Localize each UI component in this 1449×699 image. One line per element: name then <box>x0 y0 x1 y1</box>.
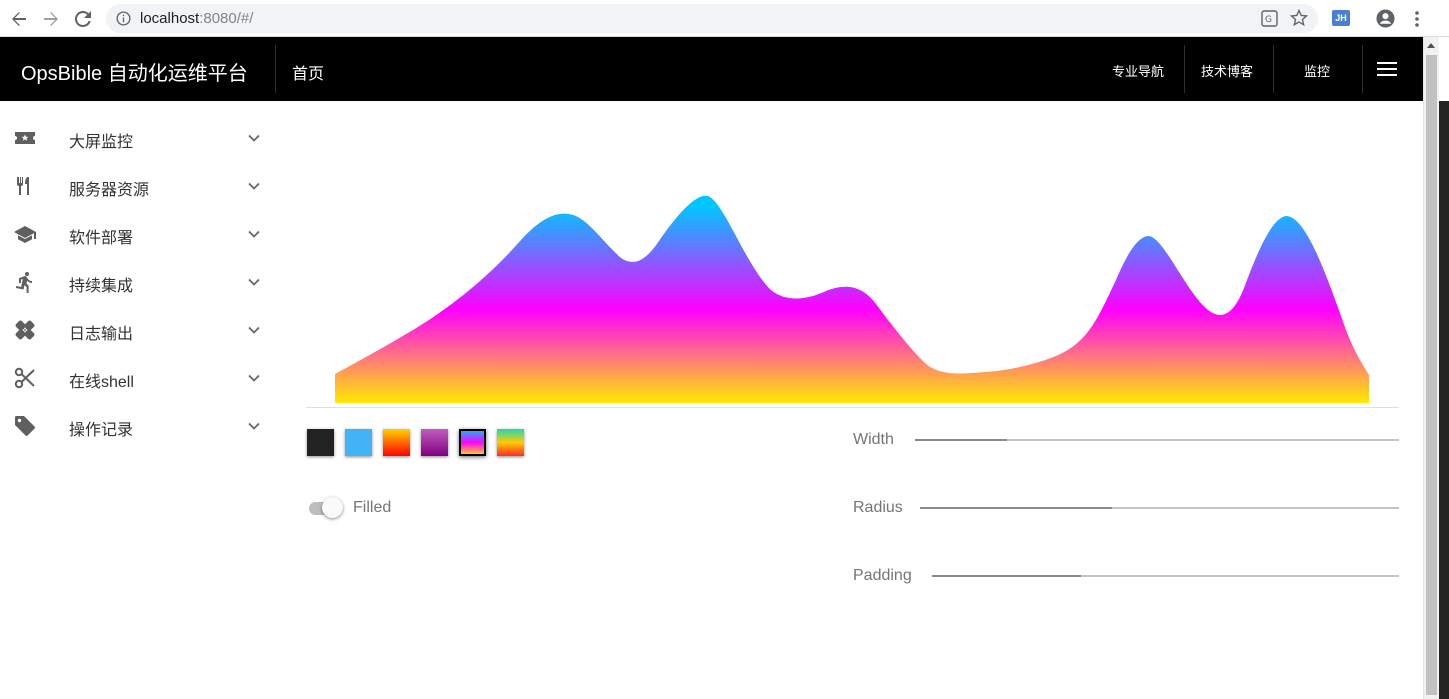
back-icon[interactable] <box>6 6 32 32</box>
chevron-down-icon <box>248 374 260 382</box>
swatch-purple[interactable] <box>421 429 448 456</box>
divider <box>1273 45 1274 93</box>
info-icon[interactable] <box>116 11 131 26</box>
utensils-icon <box>17 177 29 195</box>
divider <box>275 45 276 93</box>
chevron-down-icon <box>248 182 260 190</box>
bandage-icon <box>15 320 35 340</box>
devtools-edge <box>1439 37 1449 101</box>
sidebar-item-log-output[interactable]: 日志输出 <box>0 306 280 354</box>
divider <box>1362 45 1363 93</box>
devtools-panel-edge <box>1439 101 1449 699</box>
sparkline-chart <box>306 180 1399 408</box>
sidebar-item-label: 日志输出 <box>69 326 134 343</box>
filled-toggle-knob[interactable] <box>322 497 343 518</box>
star-icon[interactable] <box>1290 9 1308 27</box>
width-slider-fill <box>915 439 1007 441</box>
graduation-cap-icon <box>14 226 36 243</box>
nav-link-monitor[interactable]: 监控 <box>1304 61 1330 80</box>
sidebar-item-continuous-integration[interactable]: 持续集成 <box>0 258 280 306</box>
chevron-down-icon <box>248 422 260 430</box>
home-link[interactable]: 首页 <box>292 60 324 84</box>
sparkline-area <box>335 195 1369 403</box>
sidebar-item-screen-monitor[interactable]: 大屏监控 <box>0 114 280 162</box>
account-icon[interactable] <box>1376 9 1395 28</box>
sidebar-item-label: 操作记录 <box>69 422 134 439</box>
filled-label: Filled <box>353 499 392 516</box>
sidebar-item-server-resources[interactable]: 服务器资源 <box>0 162 280 210</box>
svg-text:G: G <box>1265 15 1272 25</box>
sidebar-item-label: 大屏监控 <box>69 134 134 151</box>
width-slider[interactable] <box>915 439 1399 441</box>
swatch-teal-yellow-red[interactable] <box>497 429 524 456</box>
sidebar-item-label: 服务器资源 <box>69 182 150 199</box>
extension-icon[interactable]: JH <box>1332 10 1350 26</box>
app-header: OpsBible 自动化运维平台 首页 专业导航 技术博客 监控 <box>0 37 1423 101</box>
sidebar-item-label: 在线shell <box>69 374 134 391</box>
padding-label: Padding <box>853 567 912 584</box>
padding-slider[interactable] <box>932 575 1399 577</box>
brand-title[interactable]: OpsBible 自动化运维平台 <box>21 57 248 86</box>
nav-link-tech-blog[interactable]: 技术博客 <box>1201 61 1253 80</box>
url-text: localhost:8080/#/ <box>140 10 254 27</box>
sidebar: 大屏监控 服务器资源 软件部署 持续集成 日志输出 在线shell 操作记录 <box>0 101 280 699</box>
more-icon[interactable] <box>1412 9 1422 29</box>
sidebar-item-online-shell[interactable]: 在线shell <box>0 354 280 402</box>
chevron-down-icon <box>248 230 260 238</box>
chevron-down-icon <box>248 326 260 334</box>
scrollbar-thumb[interactable] <box>1426 55 1437 695</box>
address-bar[interactable]: localhost:8080/#/ G <box>106 4 1318 33</box>
sidebar-item-label: 持续集成 <box>69 278 134 295</box>
ticket-icon <box>15 132 35 144</box>
sidebar-item-software-deploy[interactable]: 软件部署 <box>0 210 280 258</box>
sidebar-item-label: 软件部署 <box>69 230 134 247</box>
swatch-black[interactable] <box>307 429 334 456</box>
page-scrollbar[interactable] <box>1423 37 1439 699</box>
sidebar-item-operation-log[interactable]: 操作记录 <box>0 402 280 450</box>
swatch-blue[interactable] <box>345 429 372 456</box>
browser-toolbar: localhost:8080/#/ G JH <box>0 0 1449 37</box>
swatch-yellow-red[interactable] <box>383 429 410 456</box>
translate-icon[interactable]: G <box>1261 10 1278 27</box>
scroll-up-icon[interactable] <box>1427 43 1435 48</box>
radius-slider-fill <box>920 507 1112 509</box>
nav-link-pro-nav[interactable]: 专业导航 <box>1112 61 1164 80</box>
hamburger-icon[interactable] <box>1377 62 1397 76</box>
divider <box>1184 45 1185 93</box>
radius-slider[interactable] <box>920 507 1399 509</box>
chart-baseline <box>306 407 1399 408</box>
tag-icon <box>15 416 35 436</box>
chevron-down-icon <box>248 278 260 286</box>
width-label: Width <box>853 431 894 448</box>
padding-slider-fill <box>932 575 1082 577</box>
chevron-down-icon <box>248 134 260 142</box>
forward-icon[interactable] <box>38 6 64 32</box>
reload-icon[interactable] <box>70 6 96 32</box>
swatch-blue-magenta-yellow[interactable] <box>459 429 486 456</box>
running-icon <box>15 272 32 293</box>
radius-label: Radius <box>853 499 903 516</box>
scissors-icon <box>14 367 35 389</box>
